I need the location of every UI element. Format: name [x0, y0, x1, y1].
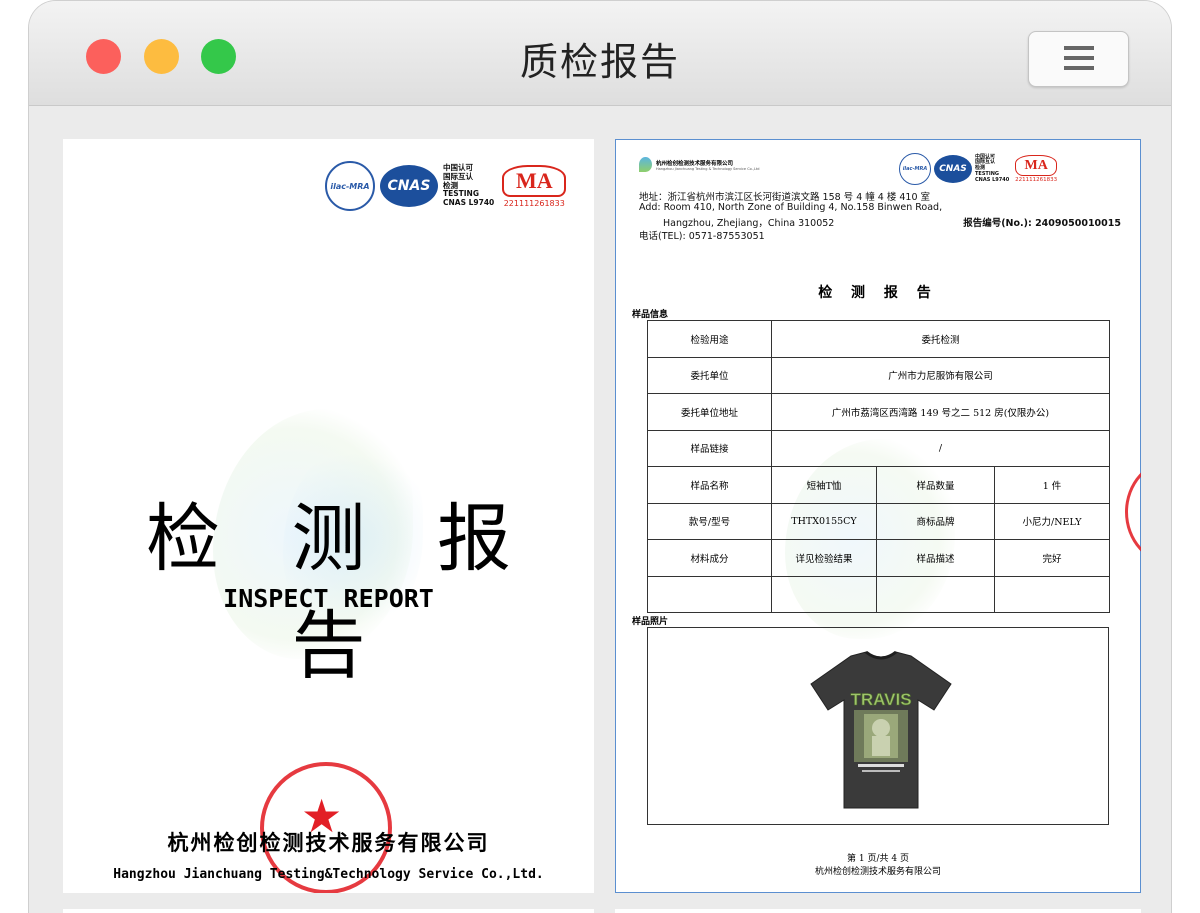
tshirt-photo: TRAVIS	[810, 650, 952, 809]
cnas-icon: CNAS	[934, 155, 972, 183]
cnas-icon: CNAS	[380, 165, 438, 207]
sample-photo-frame: TRAVIS	[647, 627, 1109, 825]
table-cell: 样品链接	[647, 429, 772, 467]
accreditation-logos-small: ilac-MRA CNAS 中国认可 国际互认 检测 TESTING CNAS …	[899, 153, 1058, 185]
cma-number: 221111261833	[503, 198, 565, 208]
report-number: 报告编号(No.): 2409050010015	[963, 218, 1121, 229]
table-cell: 1 件	[993, 466, 1111, 504]
cma-logo: MA 221111261833	[502, 164, 567, 208]
table-cell: 委托检测	[770, 320, 1111, 358]
table-cell: THTX0155CY	[771, 502, 877, 540]
cover-subtitle: INSPECT REPORT	[223, 584, 434, 613]
table-row: 材料成分 详见检验结果 样品描述 完好	[647, 539, 1111, 577]
table-cell: 样品描述	[876, 539, 995, 577]
company-logo-icon	[639, 157, 652, 172]
address-en-line2: Hangzhou, Zhejiang，China 310052	[663, 218, 835, 229]
menu-button[interactable]	[1028, 31, 1129, 87]
table-row: 款号/型号 THTX0155CY 商标品牌 小尼力/NELY	[647, 502, 1111, 540]
table-row: 委托单位 广州市力尼服饰有限公司	[647, 356, 1111, 394]
company-name-cn: 杭州检创检测技术服务有限公司	[167, 830, 490, 855]
hamburger-icon	[1064, 46, 1094, 50]
next-page-stub	[63, 909, 594, 913]
address-en-line1: Add: Room 410, North Zone of Building 4,…	[639, 202, 943, 213]
title-bar: 质检报告	[29, 1, 1171, 106]
ilac-mra-icon: ilac-MRA	[899, 153, 931, 185]
telephone: 电话(TEL): 0571-87553051	[639, 231, 765, 242]
report-title: 检 测 报 告	[818, 285, 938, 301]
table-row: 样品名称 短袖T恤 样品数量 1 件	[647, 466, 1111, 504]
cnas-caption: 中国认可 国际互认 检测 TESTING CNAS L9740	[975, 153, 1010, 183]
accreditation-logos: ilac-MRA CNAS 中国认可 国际互认 检测 TESTING CNAS …	[325, 161, 567, 211]
table-cell: 短袖T恤	[771, 466, 877, 504]
section-sample-info: 样品信息	[632, 310, 669, 320]
table-cell: 委托单位地址	[647, 393, 772, 431]
cma-icon: MA	[502, 164, 567, 197]
table-row	[647, 575, 1111, 613]
window-title: 质检报告	[519, 40, 680, 84]
cma-icon: MA	[1015, 155, 1058, 176]
page-number: 第 1 页/共 4 页	[847, 854, 909, 864]
sample-info-table: 检验用途 委托检测 委托单位 广州市力尼服饰有限公司 委托单位地址 广州市荔湾区…	[647, 320, 1111, 613]
table-cell: 样品名称	[647, 466, 772, 504]
footer-company: 杭州检创检测技术服务有限公司	[814, 867, 941, 877]
table-cell: 小尼力/NELY	[993, 502, 1111, 540]
tshirt-print-text: TRAVIS	[850, 690, 911, 709]
ilac-mra-icon: ilac-MRA	[325, 161, 375, 211]
report-page: 杭州检创检测技术服务有限公司 Hangzhou Jianchuang Testi…	[615, 139, 1141, 893]
cma-number: 221111261833	[1015, 177, 1058, 183]
section-sample-photo: 样品照片	[632, 617, 669, 627]
cma-logo: MA 221111261833	[1015, 155, 1058, 183]
table-row: 检验用途 委托检测	[647, 320, 1111, 358]
address-cn: 地址：浙江省杭州市滨江区长河街道滨文路 158 号 4 幢 4 楼 410 室	[639, 192, 931, 203]
table-row: 委托单位地址 广州市荔湾区西湾路 149 号之二 512 房(仅限办公)	[647, 393, 1111, 431]
cover-page: ilac-MRA CNAS 中国认可 国际互认 检测 TESTING CNAS …	[63, 139, 594, 893]
table-cell: 详见检验结果	[771, 539, 877, 577]
table-cell: 委托单位	[647, 356, 772, 394]
table-cell: /	[770, 429, 1111, 467]
app-window: 质检报告 ilac-MRA CNAS 中国认可 国际互认 检测 TESTING …	[28, 0, 1172, 913]
table-cell: 完好	[993, 539, 1111, 577]
table-cell: 商标品牌	[876, 502, 995, 540]
table-cell: 款号/型号	[647, 502, 772, 540]
table-row: 样品链接 /	[647, 429, 1111, 467]
company-name-en: Hangzhou Jianchuang Testing&Technology S…	[113, 867, 544, 882]
table-cell: 检验用途	[647, 320, 772, 358]
table-cell: 材料成分	[647, 539, 772, 577]
table-cell: 广州市力尼服饰有限公司	[770, 356, 1111, 394]
header-company-logo: 杭州检创检测技术服务有限公司 Hangzhou Jianchuang Testi…	[639, 157, 760, 172]
table-cell: 广州市荔湾区西湾路 149 号之二 512 房(仅限办公)	[770, 393, 1111, 431]
table-cell: 样品数量	[876, 466, 995, 504]
cnas-caption: 中国认可 国际互认 检测 TESTING CNAS L9740	[443, 163, 495, 207]
